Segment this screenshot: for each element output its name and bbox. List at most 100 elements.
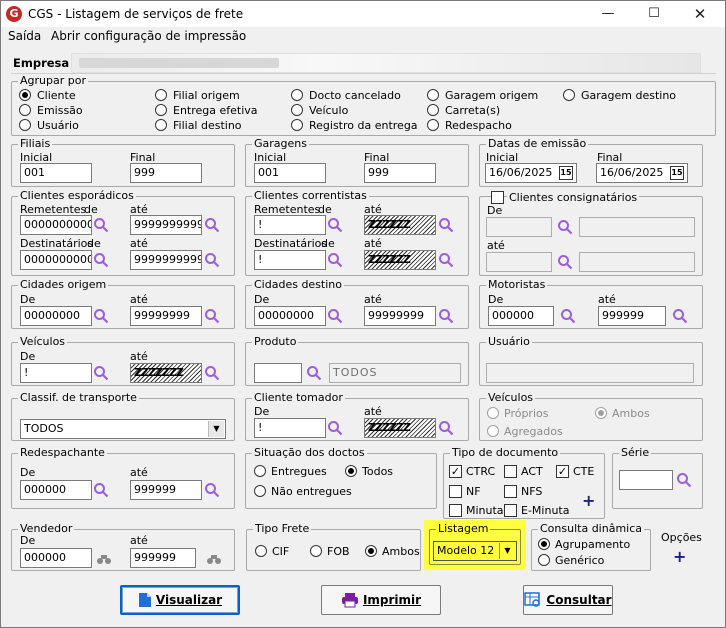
radio-filial-destino[interactable] xyxy=(155,119,167,131)
cid-dest-de-input[interactable]: 00000000 xyxy=(254,306,326,326)
search-icon[interactable] xyxy=(204,252,220,268)
checkbox-e-minuta[interactable] xyxy=(504,504,517,517)
maximize-button[interactable]: ☐ xyxy=(631,1,677,27)
checkbox-nfs[interactable] xyxy=(504,485,517,498)
consig-de-code-input[interactable] xyxy=(486,217,552,237)
radio-garagem-destino[interactable] xyxy=(563,89,575,101)
cid-orig-de-input[interactable]: 00000000 xyxy=(20,306,92,326)
cor-dest-de-input[interactable]: ! xyxy=(254,250,326,270)
esp-rem-ate-input[interactable]: 99999999999 xyxy=(130,215,202,235)
search-icon[interactable] xyxy=(204,308,220,324)
cor-dest-ate-input[interactable]: ZZZZZZ xyxy=(364,250,436,270)
search-icon[interactable] xyxy=(93,308,109,324)
radio-redespacho[interactable] xyxy=(427,119,439,131)
menu-abrir-config-impressao[interactable]: Abrir configuração de impressão xyxy=(51,29,246,43)
radio-registro-entrega[interactable] xyxy=(291,119,303,131)
checkbox-act[interactable] xyxy=(504,465,517,478)
consig-ate-name-input[interactable] xyxy=(579,252,695,272)
binoculars-icon[interactable] xyxy=(206,551,222,567)
search-icon[interactable] xyxy=(557,219,573,235)
garagens-final-input[interactable]: 999 xyxy=(364,163,436,183)
radio-todos[interactable] xyxy=(345,465,357,477)
tom-ate-input[interactable]: ZZZZZZ xyxy=(364,418,436,438)
visualizar-button[interactable]: Visualizar xyxy=(120,585,240,615)
radio-entregues[interactable] xyxy=(254,465,266,477)
cid-orig-ate-input[interactable]: 99999999 xyxy=(130,306,202,326)
filiais-final-input[interactable]: 999 xyxy=(130,163,202,183)
radio-generico[interactable] xyxy=(538,554,550,566)
search-icon[interactable] xyxy=(93,482,109,498)
checkbox-nf[interactable] xyxy=(449,485,462,498)
search-icon[interactable] xyxy=(327,420,343,436)
red-ate-input[interactable]: 999999 xyxy=(130,480,202,500)
radio-usuario[interactable] xyxy=(19,119,31,131)
esp-dest-de-input[interactable]: 00000000000 xyxy=(20,250,92,270)
chevron-down-icon[interactable]: ▼ xyxy=(208,421,224,437)
search-icon[interactable] xyxy=(204,482,220,498)
red-de-input[interactable]: 000000 xyxy=(20,480,92,500)
produto-code-input[interactable] xyxy=(254,363,302,383)
classif-select[interactable]: TODOS ▼ xyxy=(20,419,226,439)
radio-ambos-veiculos[interactable] xyxy=(595,407,607,419)
binoculars-icon[interactable] xyxy=(96,551,112,567)
calendar-icon[interactable]: 15 xyxy=(670,166,684,180)
search-icon[interactable] xyxy=(676,472,692,488)
radio-agregados[interactable] xyxy=(487,425,499,437)
radio-entrega-efetiva[interactable] xyxy=(155,104,167,116)
radio-agrupamento[interactable] xyxy=(538,538,550,550)
search-icon[interactable] xyxy=(327,217,343,233)
search-icon[interactable] xyxy=(438,308,454,324)
mot-ate-input[interactable]: 999999 xyxy=(598,306,666,326)
imprimir-button[interactable]: Imprimir xyxy=(321,585,441,615)
search-icon[interactable] xyxy=(204,217,220,233)
listagem-select[interactable]: Modelo 12 ▼ xyxy=(433,541,517,561)
consignatarios-checkbox[interactable] xyxy=(491,191,504,204)
plus-icon[interactable]: + xyxy=(582,493,595,509)
radio-veiculo[interactable] xyxy=(291,104,303,116)
checkbox-ctrc[interactable]: ✓ xyxy=(449,465,462,478)
search-icon[interactable] xyxy=(438,217,454,233)
menu-saida[interactable]: Saída xyxy=(8,29,41,43)
search-icon[interactable] xyxy=(557,254,573,270)
esp-dest-ate-input[interactable]: 99999999999 xyxy=(130,250,202,270)
calendar-icon[interactable]: 15 xyxy=(559,166,573,180)
opcoes-plus-icon[interactable]: + xyxy=(673,549,686,565)
usuario-input[interactable] xyxy=(486,363,694,383)
garagens-inicial-input[interactable]: 001 xyxy=(254,163,326,183)
chevron-down-icon[interactable]: ▼ xyxy=(499,543,515,559)
search-icon[interactable] xyxy=(672,308,688,324)
radio-cif[interactable] xyxy=(255,545,267,557)
search-icon[interactable] xyxy=(93,365,109,381)
checkbox-cte[interactable]: ✓ xyxy=(556,465,569,478)
minimize-button[interactable]: — xyxy=(585,1,631,27)
radio-nao-entregues[interactable] xyxy=(254,485,266,497)
radio-fob[interactable] xyxy=(310,545,322,557)
radio-garagem-origem[interactable] xyxy=(427,89,439,101)
search-icon[interactable] xyxy=(93,217,109,233)
search-icon[interactable] xyxy=(204,365,220,381)
search-icon[interactable] xyxy=(306,365,322,381)
radio-ambos-frete[interactable] xyxy=(365,545,377,557)
radio-filial-origem[interactable] xyxy=(155,89,167,101)
radio-carretas[interactable] xyxy=(427,104,439,116)
tom-de-input[interactable]: ! xyxy=(254,418,326,438)
search-icon[interactable] xyxy=(560,308,576,324)
search-icon[interactable] xyxy=(327,252,343,268)
vei-ate-input[interactable]: ZZZZZZZ xyxy=(130,363,202,383)
mot-de-input[interactable]: 000000 xyxy=(488,306,554,326)
checkbox-minuta[interactable] xyxy=(449,504,462,517)
consig-de-name-input[interactable] xyxy=(579,217,695,237)
vend-ate-input[interactable]: 999999 xyxy=(130,548,196,568)
vei-de-input[interactable]: ! xyxy=(20,363,92,383)
vend-de-input[interactable]: 000000 xyxy=(20,548,92,568)
radio-docto-cancelado[interactable] xyxy=(291,89,303,101)
cor-rem-de-input[interactable]: ! xyxy=(254,215,326,235)
consig-ate-code-input[interactable] xyxy=(486,252,552,272)
filiais-inicial-input[interactable]: 001 xyxy=(20,163,92,183)
cor-rem-ate-input[interactable]: ZZZZZZ xyxy=(364,215,436,235)
esp-rem-de-input[interactable]: 00000000000 xyxy=(20,215,92,235)
search-icon[interactable] xyxy=(438,420,454,436)
cid-dest-ate-input[interactable]: 99999999 xyxy=(364,306,436,326)
radio-cliente[interactable] xyxy=(19,89,31,101)
search-icon[interactable] xyxy=(93,252,109,268)
